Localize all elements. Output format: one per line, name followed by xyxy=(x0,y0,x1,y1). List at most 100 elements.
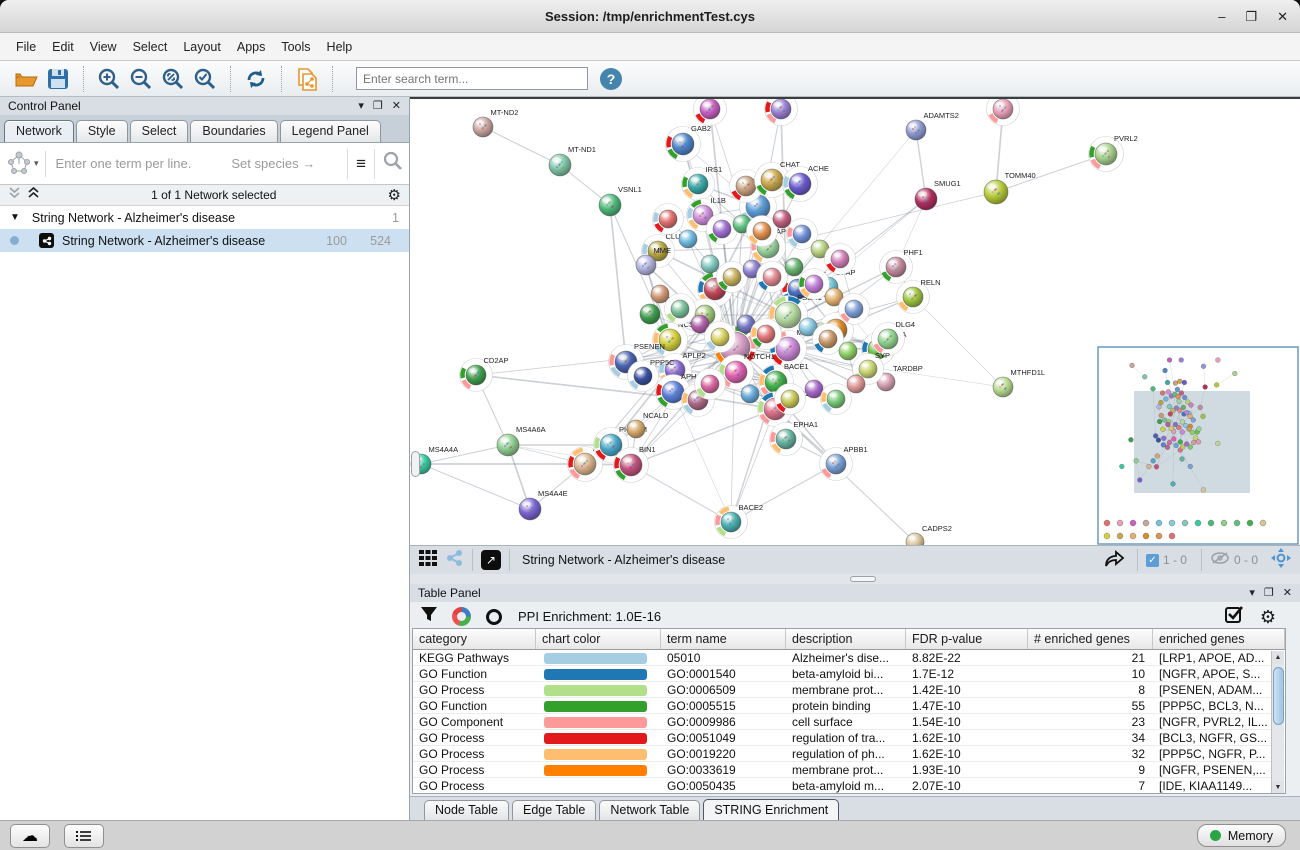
network-node-ache[interactable]: ACHE xyxy=(783,164,829,202)
network-options-gear-icon[interactable]: ⚙ xyxy=(388,188,401,203)
network-node[interactable] xyxy=(679,230,697,248)
enrichment-row[interactable]: GO ProcessGO:0051049regulation of tra...… xyxy=(413,730,1285,746)
birdseye-navigator[interactable] xyxy=(1098,347,1298,544)
network-node[interactable] xyxy=(839,342,857,360)
panel-menu-icon[interactable]: ▾ xyxy=(1249,588,1255,599)
tab-network-table[interactable]: Network Table xyxy=(599,800,700,820)
network-node-pvrl2[interactable]: PVRL2 xyxy=(1089,134,1138,172)
enrichment-row[interactable]: GO FunctionGO:0001540beta-amyloid bi...1… xyxy=(413,666,1285,682)
network-node-cd2ap[interactable]: CD2AP xyxy=(460,356,509,392)
network-node[interactable] xyxy=(805,380,823,398)
menu-item-select[interactable]: Select xyxy=(125,36,176,58)
network-node[interactable] xyxy=(821,384,852,415)
horizontal-splitter[interactable] xyxy=(410,574,1300,584)
network-node[interactable] xyxy=(751,319,782,350)
column-header[interactable]: enriched genes xyxy=(1153,629,1285,649)
tab-select[interactable]: Select xyxy=(130,120,189,142)
task-history-button[interactable] xyxy=(64,824,104,848)
tab-network[interactable]: Network xyxy=(4,120,74,142)
query-search-icon[interactable] xyxy=(383,151,403,176)
menu-item-apps[interactable]: Apps xyxy=(229,36,274,58)
scrollbar-thumb[interactable] xyxy=(1273,667,1284,725)
network-node[interactable] xyxy=(695,369,726,400)
enrichment-row[interactable]: KEGG Pathways05010Alzheimer's dise...8.8… xyxy=(413,650,1285,666)
menu-item-layout[interactable]: Layout xyxy=(175,36,229,58)
help-icon[interactable]: ? xyxy=(600,68,622,90)
detach-view-icon[interactable]: ↗ xyxy=(481,550,501,570)
network-node-cadps2[interactable]: CADPS2 xyxy=(906,524,952,545)
network-node-epha1[interactable]: EPHA1 xyxy=(770,420,819,456)
network-node[interactable] xyxy=(765,99,798,126)
save-session-icon[interactable] xyxy=(44,65,72,93)
panel-float-icon[interactable]: ❐ xyxy=(1264,588,1274,599)
network-node-ms4a6a[interactable]: MS4A6A xyxy=(497,425,546,456)
tab-node-table[interactable]: Node Table xyxy=(424,800,509,820)
network-node[interactable] xyxy=(839,294,870,325)
network-node-mthfd1l[interactable]: MTHFD1L xyxy=(993,368,1045,397)
menu-item-file[interactable]: File xyxy=(8,36,44,58)
network-node[interactable] xyxy=(773,210,791,228)
enrichment-row[interactable]: GO ComponentGO:0009986cell surface1.54E-… xyxy=(413,714,1285,730)
zoom-in-icon[interactable] xyxy=(95,65,123,93)
ring-chart-icon[interactable] xyxy=(486,609,502,625)
enrichment-row[interactable]: GO FunctionGO:0005515protein binding1.47… xyxy=(413,698,1285,714)
network-node-adamts2[interactable]: ADAMTS2 xyxy=(906,111,959,140)
selected-items-icon[interactable]: ✓ xyxy=(1146,554,1159,567)
zoom-out-icon[interactable] xyxy=(127,65,155,93)
tab-string-enrichment[interactable]: STRING Enrichment xyxy=(703,799,839,820)
enrichment-row[interactable]: GO ProcessGO:0019220regulation of ph...1… xyxy=(413,746,1285,762)
copy-network-icon[interactable] xyxy=(293,65,321,93)
network-node[interactable] xyxy=(707,214,738,245)
menu-item-help[interactable]: Help xyxy=(319,36,361,58)
panel-float-icon[interactable]: ❐ xyxy=(373,101,383,112)
tab-edge-table[interactable]: Edge Table xyxy=(512,800,596,820)
network-node[interactable] xyxy=(705,322,736,353)
network-node-tardbp[interactable]: TARDBP xyxy=(877,364,923,391)
filter-icon[interactable] xyxy=(420,606,438,628)
birdseye-toggle-icon[interactable] xyxy=(446,549,464,572)
scroll-down-icon[interactable]: ▼ xyxy=(1272,781,1284,794)
menu-item-tools[interactable]: Tools xyxy=(273,36,318,58)
column-header[interactable]: # enriched genes xyxy=(1028,629,1153,649)
network-node[interactable] xyxy=(825,244,856,275)
enrichment-row[interactable]: GO ProcessGO:0033619membrane prot...1.93… xyxy=(413,762,1285,778)
enrichment-row[interactable]: GO ProcessGO:0006509membrane prot...1.42… xyxy=(413,682,1285,698)
network-node[interactable] xyxy=(701,255,719,273)
search-input[interactable] xyxy=(356,67,588,90)
query-options-icon[interactable]: ≡ xyxy=(356,154,366,174)
zoom-fit-icon[interactable] xyxy=(159,65,187,93)
export-network-icon[interactable] xyxy=(1099,548,1129,572)
memory-button[interactable]: Memory xyxy=(1197,824,1286,847)
network-node-phf1[interactable]: PHF1 xyxy=(880,248,923,284)
network-node[interactable] xyxy=(757,262,788,293)
network-node[interactable] xyxy=(653,204,684,235)
network-node[interactable] xyxy=(785,258,803,276)
cloud-tasks-button[interactable]: ☁ xyxy=(10,824,50,848)
zoom-selected-icon[interactable] xyxy=(191,65,219,93)
network-node[interactable] xyxy=(651,285,669,303)
network-node-mt-nd1[interactable]: MT-ND1 xyxy=(549,145,596,176)
refresh-icon[interactable] xyxy=(242,65,270,93)
column-header[interactable]: FDR p-value xyxy=(906,629,1028,649)
maximize-button[interactable]: ❐ xyxy=(1245,9,1257,25)
panel-menu-icon[interactable]: ▾ xyxy=(358,101,364,112)
table-vertical-scrollbar[interactable]: ▲ ▼ xyxy=(1271,651,1284,794)
network-node-bace2[interactable]: BACE2 xyxy=(715,503,764,539)
select-all-check-icon[interactable] xyxy=(1225,605,1244,629)
network-canvas[interactable]: MT-ND2MT-ND1VSNL1GAB2ADAMTS2PVRL2TOMM40S… xyxy=(410,97,1300,545)
network-node-reln[interactable]: RELN xyxy=(897,278,941,314)
network-node-mt-nd2[interactable]: MT-ND2 xyxy=(473,108,518,137)
collection-expand-icon[interactable]: ▼ xyxy=(10,212,20,223)
panel-close-icon[interactable]: ✕ xyxy=(1283,588,1292,599)
string-logo-dropdown[interactable]: ▾ xyxy=(6,151,46,177)
grid-view-icon[interactable] xyxy=(418,549,438,572)
open-session-icon[interactable] xyxy=(12,65,40,93)
column-header[interactable]: term name xyxy=(661,629,786,649)
close-button[interactable]: ✕ xyxy=(1277,9,1288,25)
collapse-all-icon[interactable] xyxy=(8,186,21,204)
enrichment-row[interactable]: GO ProcessGO:0050435beta-amyloid m...2.0… xyxy=(413,778,1285,794)
menu-item-edit[interactable]: Edit xyxy=(44,36,82,58)
network-node-smug1[interactable]: SMUG1 xyxy=(915,179,961,210)
menu-item-view[interactable]: View xyxy=(82,36,125,58)
minimize-button[interactable]: – xyxy=(1218,9,1225,24)
